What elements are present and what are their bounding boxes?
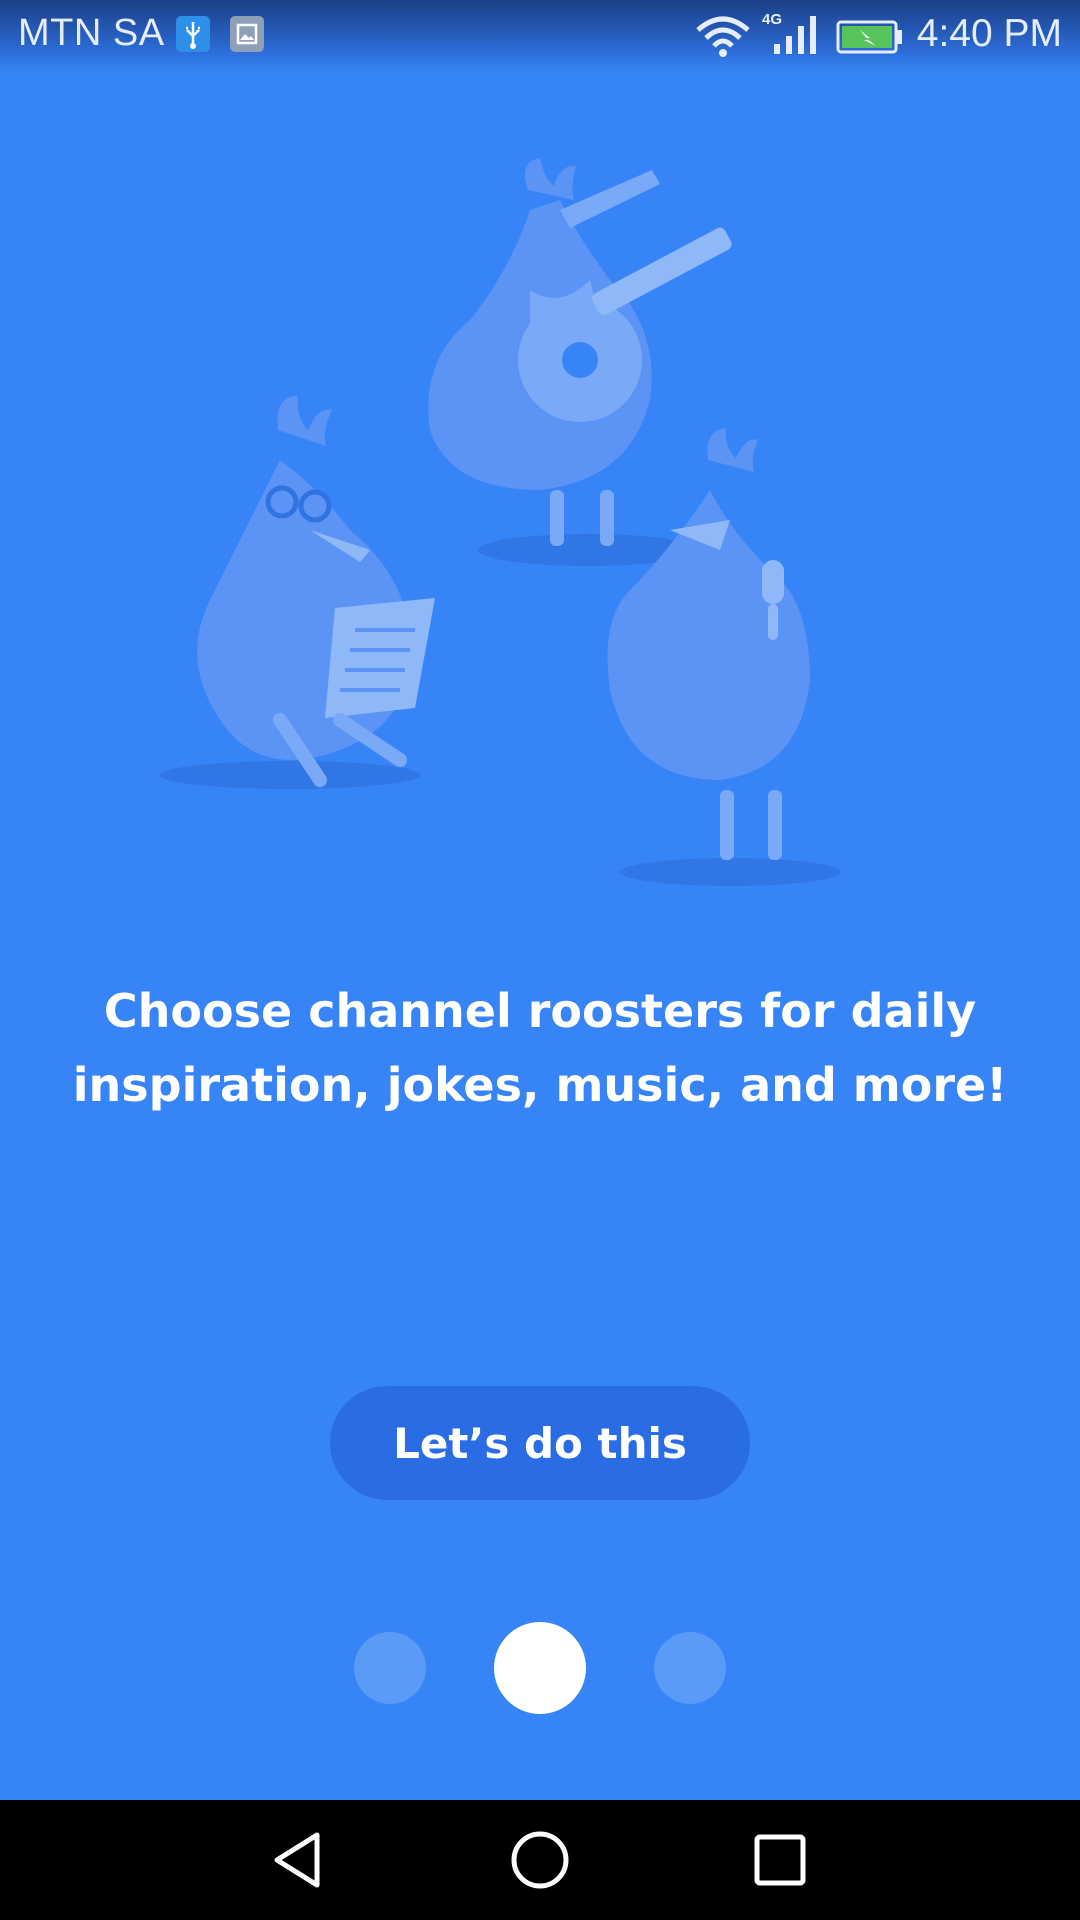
lets-do-this-button[interactable]: Let’s do this: [330, 1386, 750, 1500]
system-navigation-bar: [0, 1800, 1080, 1920]
back-icon[interactable]: [265, 1825, 335, 1895]
wifi-icon: [694, 14, 752, 62]
reading-rooster: [160, 396, 435, 789]
status-clock: 4:40 PM: [916, 12, 1062, 55]
page-dot-3[interactable]: [654, 1632, 726, 1704]
singing-rooster: [607, 428, 840, 886]
roosters-illustration: [150, 130, 930, 910]
status-bar: MTN SA 4G 4:40 PM: [0, 0, 1080, 72]
home-icon[interactable]: [505, 1825, 575, 1895]
network-type-label: 4G: [762, 11, 782, 28]
signal-icon: 4G: [760, 10, 824, 62]
page-dot-1[interactable]: [354, 1632, 426, 1704]
page-dot-2-active[interactable]: [494, 1622, 586, 1714]
carrier-name: MTN SA: [18, 12, 165, 54]
battery-charging-icon: [836, 20, 904, 58]
guitar-rooster: [428, 158, 732, 566]
recent-apps-icon[interactable]: [745, 1825, 815, 1895]
onboarding-screen: MTN SA 4G 4:40 PM Choose channel rooster…: [0, 0, 1080, 1920]
usb-icon: [176, 16, 210, 52]
onboarding-headline: Choose channel roosters for daily inspir…: [72, 984, 1008, 1112]
gallery-icon: [230, 16, 264, 52]
